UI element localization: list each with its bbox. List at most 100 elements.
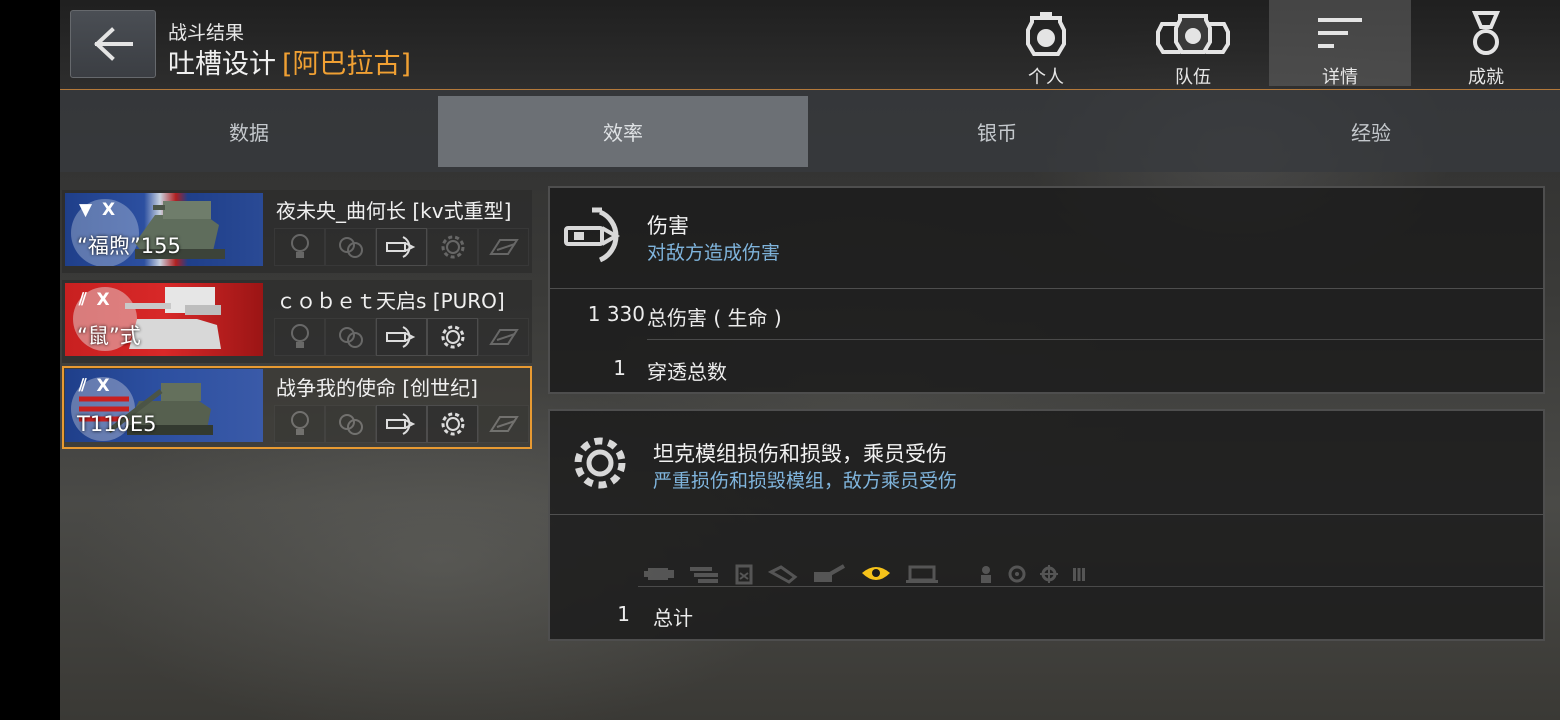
damage-title: 伤害 <box>647 214 689 238</box>
tank-thumbnail: ▼ X “福煦”155 <box>65 193 263 266</box>
player-name: ｃｏｂｅｔ天启s [PURO] <box>276 289 505 313</box>
row-divider <box>638 586 1543 587</box>
tab-efficiency[interactable]: 效率 <box>438 96 808 167</box>
gun-icon <box>814 564 845 582</box>
tab-data[interactable]: 数据 <box>64 96 434 167</box>
badge-spotting <box>274 405 325 443</box>
damage-panel-header: 伤害 对敌方造成伤害 <box>550 188 1543 289</box>
gear-icon <box>441 235 464 259</box>
nav-achievements-label: 成就 <box>1468 67 1504 88</box>
nav-personal[interactable]: 个人 <box>975 0 1117 88</box>
damage-panel: 伤害 对敌方造成伤害 1 330 总伤害 ( 生命 ) 1 穿透总数 <box>548 186 1545 394</box>
radio-icon <box>768 565 798 584</box>
header-bar: 战斗结果 吐槽设计 [阿巴拉古] 个人 队伍 详情 成就 <box>60 0 1560 90</box>
module-title: 坦克模组损伤和损毁，乘员受伤 <box>653 442 947 466</box>
details-icon <box>1318 18 1362 48</box>
crew-gunner-icon <box>1040 565 1058 583</box>
fuel-tank-icon <box>735 564 753 585</box>
assist-icon <box>338 414 363 435</box>
tier-badge: ⫽ X <box>79 376 112 396</box>
tier-badge: ▼ X <box>79 200 118 220</box>
tank-name: “福煦”155 <box>77 234 181 258</box>
module-subtitle: 严重损伤和损毁模组，敌方乘员受伤 <box>653 470 958 492</box>
team-icon <box>1156 14 1230 54</box>
module-total-value: 1 <box>617 602 630 626</box>
lightbulb-icon <box>290 411 309 435</box>
badge-damage <box>376 318 427 356</box>
header-subtitle: 战斗结果 <box>168 22 245 44</box>
badge-blocked <box>478 228 529 266</box>
arrow-left-icon <box>94 27 133 61</box>
badge-spotting <box>274 318 325 356</box>
tier-label: X <box>96 376 112 396</box>
tab-bar: 数据 效率 银币 经验 <box>60 90 1560 172</box>
medal-icon <box>1471 11 1501 55</box>
player-row-selected[interactable]: ⫽ X T110E5 战争我的使命 [创世纪] <box>62 366 532 449</box>
badge-module-damage <box>427 405 478 443</box>
player-row[interactable]: ▼ X “福煦”155 夜未央_曲何长 [kv式重型] <box>62 190 532 273</box>
badge-assist <box>325 318 376 356</box>
vision-icon <box>862 567 890 580</box>
nav-details-label: 详情 <box>1322 67 1358 88</box>
tab-experience[interactable]: 经验 <box>1186 96 1556 167</box>
lightbulb-icon <box>290 324 309 348</box>
nav-personal-label: 个人 <box>1028 67 1064 88</box>
turret-icon <box>906 565 938 583</box>
shell-damage-icon <box>385 326 415 348</box>
lightbulb-icon <box>290 234 309 258</box>
tier-badge: ⫽ X <box>79 290 112 310</box>
assist-icon <box>338 327 363 348</box>
tier-label: X <box>102 200 118 220</box>
badge-module-damage <box>427 318 478 356</box>
shell-damage-icon <box>564 207 621 263</box>
nav-team[interactable]: 队伍 <box>1122 0 1264 88</box>
gear-icon <box>441 325 464 349</box>
badge-spotting <box>274 228 325 266</box>
armor-icon <box>488 239 519 255</box>
tank-name: T110E5 <box>77 412 157 436</box>
module-icons <box>644 563 1086 585</box>
tab-silver[interactable]: 银币 <box>812 96 1182 167</box>
tank-name: “鼠”式 <box>77 324 141 348</box>
player-name: 夜未央_曲何长 [kv式重型] <box>276 199 512 223</box>
tier-label: X <box>96 290 112 310</box>
map-name: 吐槽设计 <box>168 49 276 80</box>
nav-achievements[interactable]: 成就 <box>1416 0 1556 88</box>
personal-icon <box>1026 12 1066 56</box>
crew-loader-icon <box>1073 568 1085 581</box>
module-total-label: 总计 <box>653 606 693 630</box>
badge-module-damage <box>427 228 478 266</box>
clan-tag: [阿巴拉古] <box>282 49 412 80</box>
shell-damage-icon <box>385 236 415 258</box>
module-damage-panel: 坦克模组损伤和损毁，乘员受伤 严重损伤和损毁模组，敌方乘员受伤 1 总计 <box>548 409 1545 641</box>
achievement-badges <box>274 318 529 358</box>
engine-icon <box>644 568 674 580</box>
module-panel-header: 坦克模组损伤和损毁，乘员受伤 严重损伤和损毁模组，敌方乘员受伤 <box>550 411 1543 515</box>
armor-icon <box>488 329 519 345</box>
nav-details[interactable]: 详情 <box>1269 0 1411 88</box>
row-divider <box>647 339 1543 340</box>
armor-icon <box>488 416 519 432</box>
assist-icon <box>338 237 363 258</box>
damage-subtitle: 对敌方造成伤害 <box>647 242 781 264</box>
badge-blocked <box>478 318 529 356</box>
badge-damage <box>376 405 427 443</box>
tank-thumbnail: ⫽ X T110E5 <box>65 369 263 442</box>
gear-icon <box>574 437 626 489</box>
badge-assist <box>325 228 376 266</box>
crew-driver-icon <box>1008 565 1026 583</box>
shell-damage-icon <box>385 413 415 435</box>
penetrations-label: 穿透总数 <box>647 360 727 384</box>
battle-results-screen: 战斗结果 吐槽设计 [阿巴拉古] 个人 队伍 详情 成就 数据 效率 银币 经验… <box>60 0 1560 720</box>
total-damage-value: 1 330 <box>587 302 645 326</box>
total-damage-label: 总伤害 ( 生命 ) <box>647 306 782 330</box>
badge-blocked <box>478 405 529 443</box>
badge-assist <box>325 405 376 443</box>
penetrations-value: 1 <box>613 356 626 380</box>
back-button[interactable] <box>70 10 156 78</box>
player-row[interactable]: ⫽ X “鼠”式 ｃｏｂｅｔ天启s [PURO] <box>62 280 532 363</box>
nav-team-label: 队伍 <box>1175 67 1211 88</box>
track-icon <box>690 567 718 583</box>
gear-icon <box>441 412 464 436</box>
crew-commander-icon <box>981 566 991 583</box>
